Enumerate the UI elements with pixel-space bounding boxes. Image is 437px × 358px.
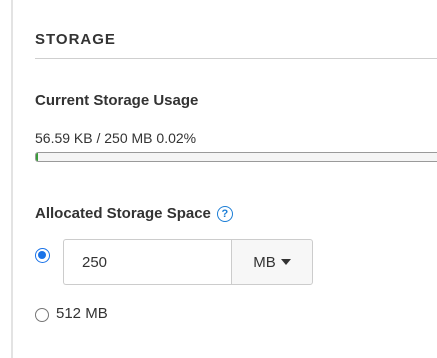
allocated-storage-label-text: Allocated Storage Space [35,205,211,222]
caret-down-icon [280,259,291,265]
section-title: STORAGE [35,31,116,48]
storage-panel: STORAGE Current Storage Usage 56.59 KB /… [0,0,437,358]
storage-usage-progress-fill [36,153,38,161]
panel-left-border [11,0,13,358]
section-divider [35,58,437,59]
unit-dropdown-label: MB [253,253,276,271]
allocated-storage-label: Allocated Storage Space ? [35,205,233,223]
custom-size-input-group: MB [63,239,313,285]
storage-usage-progress-bar [35,152,437,162]
custom-size-radio[interactable] [35,248,50,263]
unit-dropdown-button[interactable]: MB [231,239,313,285]
storage-size-input[interactable] [63,239,231,285]
storage-usage-text: 56.59 KB / 250 MB 0.02% [35,130,197,146]
preset-512mb-radio[interactable] [35,308,49,322]
question-circle-icon[interactable]: ? [216,206,233,222]
storage-usage-label: Current Storage Usage [35,92,199,109]
preset-512mb-label[interactable]: 512 MB [56,305,108,323]
radio-selected-dot [38,251,46,259]
